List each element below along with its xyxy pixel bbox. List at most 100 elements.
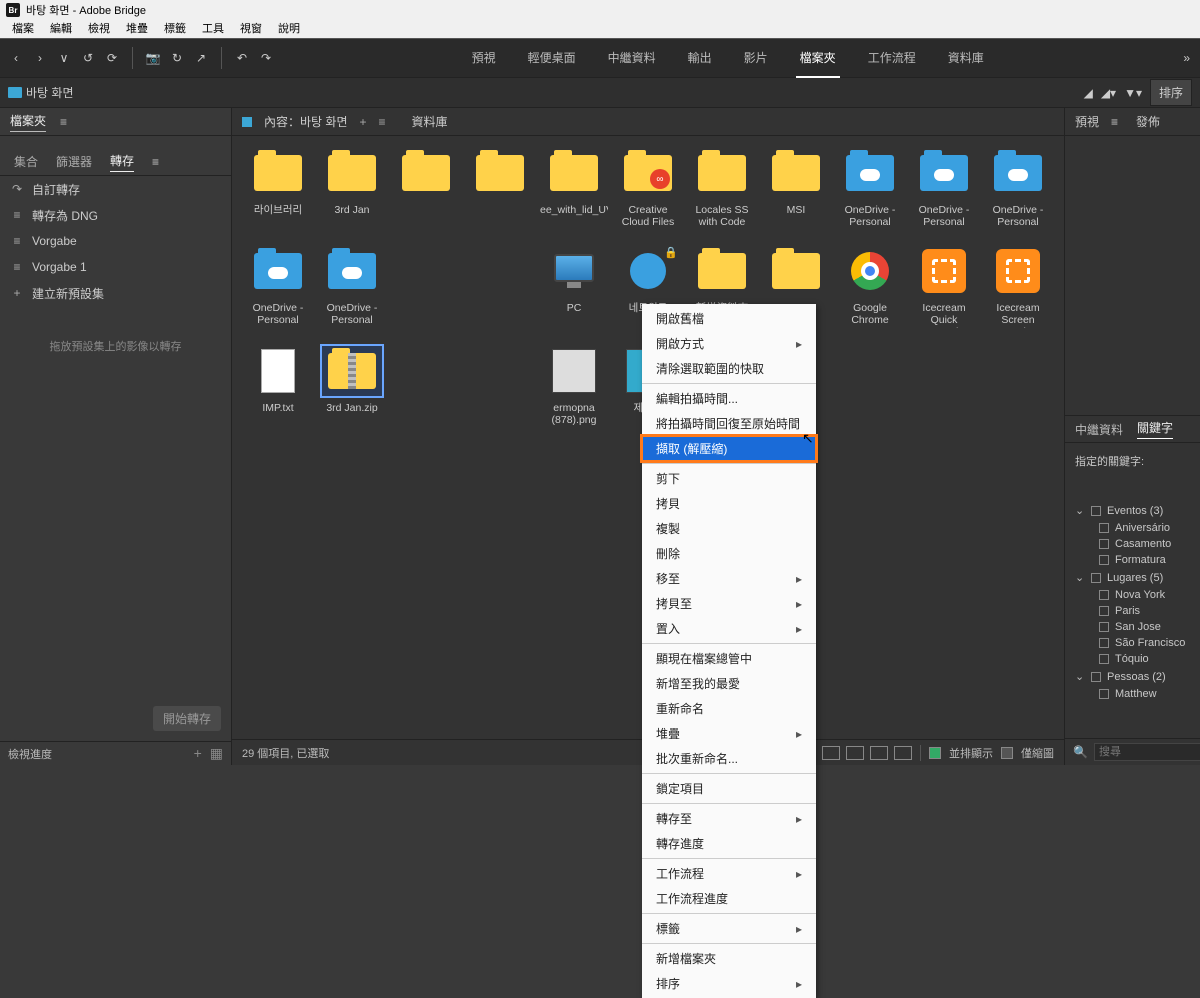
context-menu-item[interactable]: 清除選取範圍的快取 — [642, 356, 816, 381]
keyword-checkbox[interactable] — [1099, 638, 1109, 648]
start-export-button[interactable]: 開始轉存 — [153, 706, 221, 731]
show-items-checkbox[interactable] — [929, 747, 941, 759]
workspace-tab[interactable]: 輸出 — [684, 39, 716, 78]
undo-icon[interactable]: ↶ — [232, 48, 252, 68]
keyword-checkbox[interactable] — [1091, 506, 1101, 516]
grid-item[interactable]: ee_with_lid_UVs — [540, 148, 608, 228]
menubar-item[interactable]: 檔案 — [4, 20, 42, 38]
add-tab-icon[interactable]: + — [360, 115, 367, 129]
keyword-checkbox[interactable] — [1099, 555, 1109, 565]
workspace-tab[interactable]: 工作流程 — [864, 39, 920, 78]
history-icon[interactable]: ↺ — [78, 48, 98, 68]
view-progress-label[interactable]: 檢視進度 — [8, 746, 52, 762]
context-menu-item[interactable]: 編輯拍攝時間... — [642, 386, 816, 411]
context-menu-item[interactable]: 顯現在檔案總管中 — [642, 646, 816, 671]
grid-item[interactable]: OneDrive - Personal — [984, 148, 1052, 228]
list-view-icon[interactable] — [894, 746, 912, 760]
add-icon[interactable]: + — [194, 745, 202, 762]
camera-icon[interactable]: 📷 — [143, 48, 163, 68]
context-menu-item[interactable]: 拷貝 — [642, 491, 816, 516]
grid-item[interactable]: Icecream Screen Recorder 7 — [984, 246, 1052, 328]
back-button[interactable]: ‹ — [6, 48, 26, 68]
keyword-item[interactable]: São Francisco — [1075, 635, 1190, 651]
dropdown-icon[interactable]: ∨ — [54, 48, 74, 68]
menubar-item[interactable]: 堆疊 — [118, 20, 156, 38]
grid-item[interactable]: 라이브러리 — [244, 148, 312, 228]
keyword-item[interactable]: Paris — [1075, 603, 1190, 619]
right-tab[interactable]: 中繼資料 — [1075, 421, 1123, 438]
grid-item[interactable]: 3rd Jan — [318, 148, 386, 228]
export-item[interactable]: ≡Vorgabe 1 — [0, 254, 231, 280]
menubar-item[interactable]: 編輯 — [42, 20, 80, 38]
keyword-checkbox[interactable] — [1091, 573, 1101, 583]
context-menu-item[interactable]: 擷取 (解壓縮) — [642, 436, 816, 461]
grid-item[interactable] — [466, 148, 534, 228]
panel-menu-icon[interactable]: ≡ — [379, 115, 386, 129]
panel-menu-icon[interactable]: ≡ — [152, 155, 159, 169]
workspace-tab[interactable]: 影片 — [740, 39, 772, 78]
context-menu-item[interactable]: 剪下 — [642, 466, 816, 491]
context-menu-item[interactable]: 轉存進度 — [642, 831, 816, 856]
grid-item[interactable]: 3rd Jan.zip — [318, 346, 386, 426]
rating-filter-icon[interactable]: ◢▾ — [1101, 86, 1116, 100]
context-menu-item[interactable]: 工作流程進度 — [642, 886, 816, 911]
thumbs-only-checkbox[interactable] — [1001, 747, 1013, 759]
details-view-icon[interactable] — [870, 746, 888, 760]
keyword-checkbox[interactable] — [1099, 654, 1109, 664]
keyword-checkbox[interactable] — [1099, 689, 1109, 699]
keyword-item[interactable]: San Jose — [1075, 619, 1190, 635]
keyword-item[interactable]: Formatura — [1075, 552, 1190, 568]
grid-item[interactable]: OneDrive - Personal — [318, 246, 386, 328]
context-menu-item[interactable]: 新增至我的最愛 — [642, 671, 816, 696]
keyword-checkbox[interactable] — [1099, 523, 1109, 533]
context-menu-item[interactable]: 工作流程▸ — [642, 861, 816, 886]
keyword-group[interactable]: ⌄Eventos (3) — [1075, 501, 1190, 520]
grid-item[interactable] — [392, 148, 460, 228]
sort-button[interactable]: 排序 — [1150, 79, 1192, 106]
grid-view-icon[interactable] — [822, 746, 840, 760]
lock-grid-icon[interactable] — [846, 746, 864, 760]
export-item[interactable]: ↷自訂轉存 — [0, 176, 231, 202]
context-menu-item[interactable]: 複製 — [642, 516, 816, 541]
context-menu-item[interactable]: 堆疊▸ — [642, 721, 816, 746]
grid-item[interactable]: IMP.txt — [244, 346, 312, 426]
subtab[interactable]: 集合 — [14, 153, 38, 170]
menubar-item[interactable]: 視窗 — [232, 20, 270, 38]
grid-item[interactable]: Locales SS with Code — [688, 148, 756, 228]
context-menu-item[interactable]: 重新命名 — [642, 696, 816, 721]
grid-icon[interactable]: ▦ — [210, 745, 223, 762]
context-menu-item[interactable]: 移至▸ — [642, 566, 816, 591]
filter-icon[interactable]: ▼▾ — [1124, 86, 1142, 100]
keyword-search-input[interactable] — [1094, 743, 1200, 761]
grid-item[interactable]: OneDrive - Personal — [244, 246, 312, 328]
panel-menu-icon[interactable]: ≡ — [1111, 115, 1118, 129]
context-menu-item[interactable]: 置入▸ — [642, 616, 816, 641]
keyword-item[interactable]: Nova York — [1075, 587, 1190, 603]
workspace-tab[interactable]: 輕便桌面 — [524, 39, 580, 78]
keyword-group[interactable]: ⌄Lugares (5) — [1075, 568, 1190, 587]
preview-tab[interactable]: 預視 — [1075, 113, 1099, 130]
export-item[interactable]: +建立新預設集 — [0, 280, 231, 306]
subtab[interactable]: 篩選器 — [56, 153, 92, 170]
grid-item[interactable]: PC — [540, 246, 608, 328]
menubar-item[interactable]: 工具 — [194, 20, 232, 38]
panel-menu-icon[interactable]: ≡ — [60, 115, 67, 129]
context-menu-item[interactable]: 批次重新命名... — [642, 746, 816, 771]
folder-tab[interactable]: 檔案夾 — [10, 112, 46, 132]
context-menu-item[interactable]: 將拍攝時間回復至原始時間 — [642, 411, 816, 436]
export-item[interactable]: ≡Vorgabe — [0, 228, 231, 254]
keyword-checkbox[interactable] — [1099, 622, 1109, 632]
keyword-item[interactable]: Casamento — [1075, 536, 1190, 552]
keyword-checkbox[interactable] — [1099, 606, 1109, 616]
grid-item[interactable]: ∞Creative Cloud Files — [614, 148, 682, 228]
workspace-tab[interactable]: 中繼資料 — [604, 39, 660, 78]
menubar-item[interactable]: 標籤 — [156, 20, 194, 38]
library-tab[interactable]: 資料庫 — [412, 113, 448, 130]
right-tab[interactable]: 關鍵字 — [1137, 419, 1173, 439]
workspace-tab[interactable]: 檔案夾 — [796, 39, 840, 78]
grid-item[interactable]: Google Chrome — [836, 246, 904, 328]
keyword-item[interactable]: Tóquio — [1075, 651, 1190, 667]
context-menu-item[interactable]: 轉存至▸ — [642, 806, 816, 831]
breadcrumb[interactable]: 바탕 화면 — [8, 84, 74, 101]
open-icon[interactable]: ↗ — [191, 48, 211, 68]
